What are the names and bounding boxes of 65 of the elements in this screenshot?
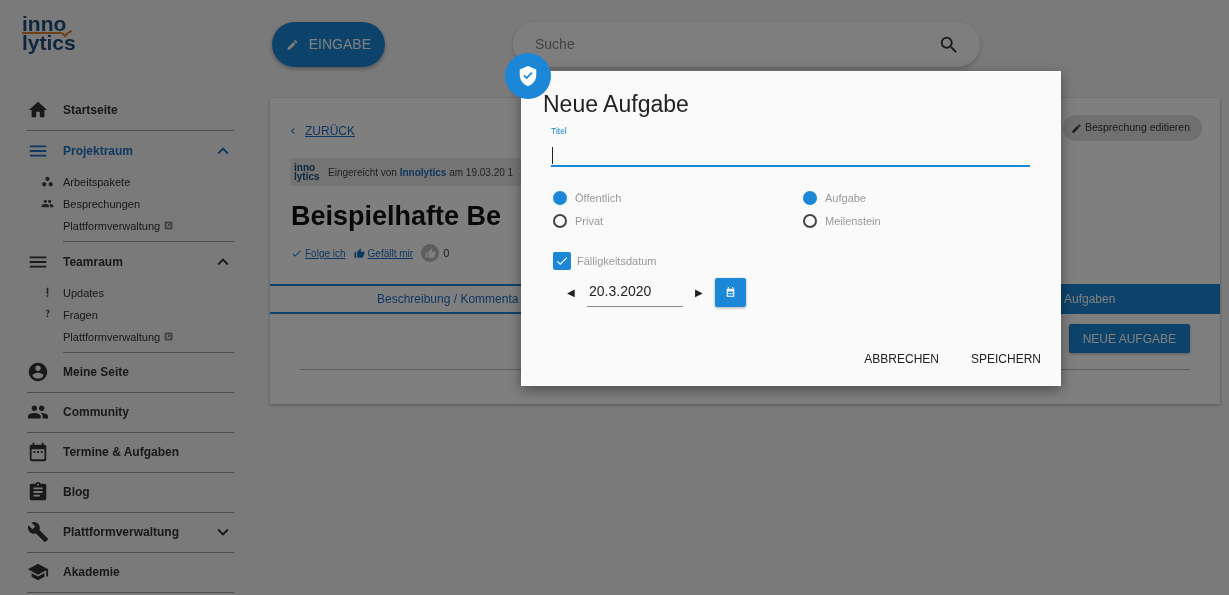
checkbox[interactable]: [553, 252, 571, 271]
text-cursor: [552, 147, 553, 165]
sidebar-label: Plattformverwaltung: [63, 524, 179, 542]
sidebar-subitem[interactable]: Arbeitspakete: [63, 173, 131, 191]
new-task-button[interactable]: NEUE AUFGABE: [1068, 324, 1190, 354]
sidebar-subitem[interactable]: Fragen: [63, 306, 98, 324]
sidebar-item[interactable]: Projektraum: [27, 130, 234, 171]
tab[interactable]: Beschreibung / Kommenta: [270, 286, 521, 313]
sidebar-label: Projektraum: [63, 142, 134, 160]
thumb-up-icon: [421, 244, 440, 263]
date-field[interactable]: 20.3.2020: [587, 278, 683, 308]
radio-label: Meilenstein: [825, 214, 881, 230]
sidebar-item[interactable]: Meine Seite: [27, 352, 234, 393]
like-link[interactable]: Gefällt mir: [353, 245, 414, 261]
sidebar-item[interactable]: Blog: [27, 472, 234, 513]
sidebar-label: Teamraum: [63, 253, 123, 271]
radio-label: Privat: [575, 214, 604, 230]
like-count: 0: [443, 246, 450, 262]
sidebar-label: Community: [63, 404, 129, 422]
sidebar-label: Meine Seite: [63, 364, 130, 382]
checkbox-label: Fälligkeitsdatum: [577, 254, 657, 270]
sidebar-label: Termine & Aufgaben: [63, 444, 179, 462]
search-bar[interactable]: Suche: [513, 22, 980, 67]
sidebar-subitem[interactable]: Plattformverwaltung: [63, 217, 161, 235]
radio-button[interactable]: [553, 191, 567, 206]
sidebar-label: Akademie: [63, 564, 120, 582]
follow-link[interactable]: Folge ich: [291, 245, 346, 261]
previous-date-button[interactable]: ◀: [561, 285, 581, 301]
sidebar-subitem[interactable]: Updates: [63, 284, 104, 302]
sidebar-subitem[interactable]: Plattformverwaltung: [63, 328, 161, 346]
submission-text: Eingereicht von Innolytics am 19.03.20 1: [328, 165, 514, 180]
radio-button[interactable]: [803, 191, 817, 206]
dialog-button[interactable]: ABBRECHEN: [864, 350, 939, 368]
radio-button[interactable]: [553, 214, 567, 229]
sidebar-item[interactable]: Community: [27, 392, 234, 433]
page-title: Beispielhafte Be: [291, 200, 502, 233]
calendar-button[interactable]: [715, 278, 746, 308]
edit-button[interactable]: Besprechung editieren: [1062, 115, 1202, 141]
sidebar-item[interactable]: Termine & Aufgaben: [27, 432, 234, 473]
calendar-icon: [724, 286, 737, 300]
logo: inno lytics: [294, 163, 321, 181]
radio-label: Öffentlich: [575, 191, 622, 207]
sidebar-subitem[interactable]: Besprechungen: [63, 195, 141, 213]
search-field[interactable]: Suche: [533, 33, 938, 56]
pencil-icon: [1070, 122, 1082, 134]
dialog-title: Neue Aufgabe: [543, 91, 690, 119]
radio-button[interactable]: [803, 214, 817, 229]
sidebar-label: Blog: [63, 484, 90, 502]
thumb-up-icon: [353, 247, 365, 259]
radio-label: Aufgabe: [825, 191, 866, 207]
wrench-icon: [27, 521, 49, 544]
sidebar-label: Startseite: [63, 102, 118, 120]
dialog-button[interactable]: SPEICHERN: [971, 350, 1041, 368]
sidebar-item[interactable]: Teamraum: [27, 241, 234, 282]
sidebar-item[interactable]: Startseite: [27, 90, 234, 131]
next-date-button[interactable]: ▶: [689, 285, 709, 301]
circles-icon: [41, 175, 54, 189]
sidebar-item[interactable]: Plattformverwaltung: [27, 512, 234, 553]
field-label: Titel: [551, 124, 568, 138]
sidebar-item[interactable]: Akademie: [27, 552, 234, 593]
calendar-icon: [27, 441, 49, 464]
entry-button[interactable]: EINGABE: [272, 22, 385, 67]
logo: inno lytics: [22, 15, 77, 53]
account-icon: [27, 361, 49, 384]
back-link[interactable]: ZURÜCK: [287, 122, 355, 140]
